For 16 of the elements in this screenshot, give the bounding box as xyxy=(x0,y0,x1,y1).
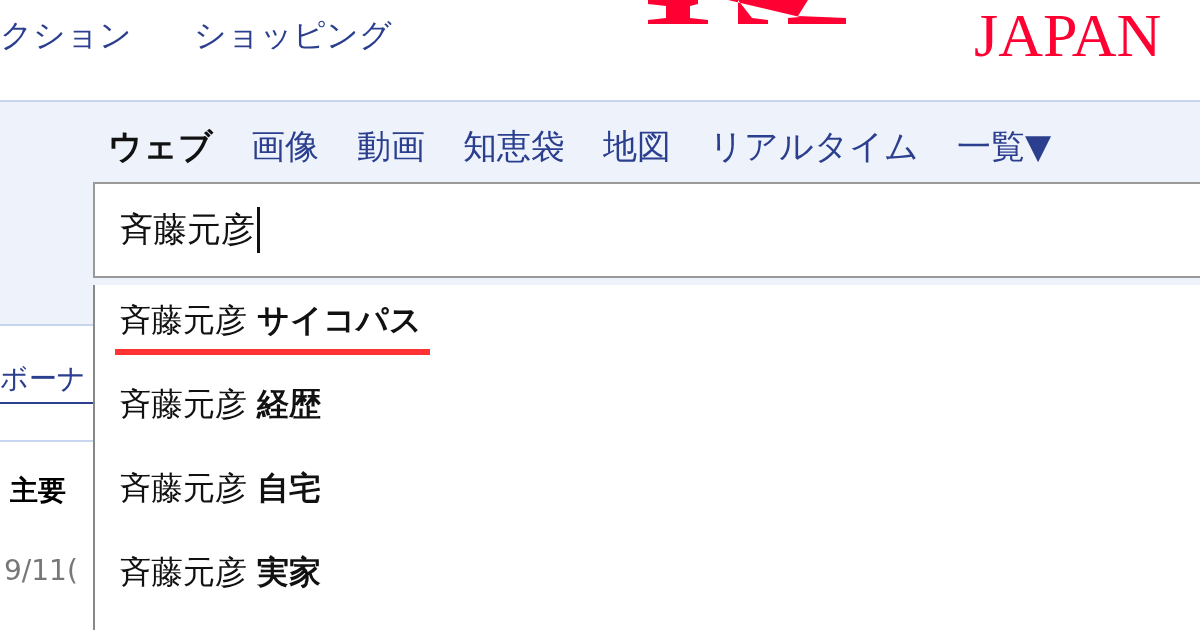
suggestion-item[interactable]: 斉藤元彦 自宅 xyxy=(119,467,322,523)
search-tab[interactable]: 地図 xyxy=(603,124,671,182)
search-tab[interactable]: 知恵袋 xyxy=(463,124,565,182)
logo-text: JAPAN xyxy=(974,0,1162,71)
suggestion-item[interactable]: 斉藤元彦 サイコパス xyxy=(115,299,431,355)
nav-link[interactable]: ショッピング xyxy=(194,14,392,58)
search-tab[interactable]: ウェブ xyxy=(108,124,213,182)
search-tab[interactable]: 画像 xyxy=(251,124,319,182)
suggestion-item[interactable]: 斉藤元彦 経歴 xyxy=(119,383,322,439)
suggestion-item[interactable]: 斉藤元彦 実家 xyxy=(119,551,322,607)
search-tab[interactable]: 動画 xyxy=(357,124,425,182)
search-field[interactable]: 斉藤元彦 xyxy=(93,182,1200,278)
date-text: 9/11( xyxy=(3,554,79,587)
search-tab[interactable]: リアルタイム xyxy=(709,124,919,182)
search-tab[interactable]: 一覧▼ xyxy=(957,124,1052,182)
nav-link[interactable]: クション xyxy=(0,14,132,58)
